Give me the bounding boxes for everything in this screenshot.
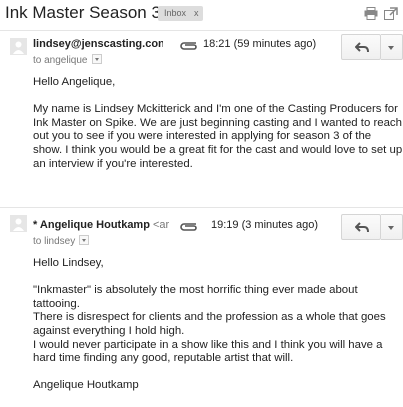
signature: Angelique Houtkamp — [33, 379, 139, 392]
show-details-icon[interactable] — [79, 235, 90, 246]
greeting: Hello Lindsey, — [33, 257, 104, 269]
sender-address-tail: <ar — [149, 219, 170, 231]
reply-icon — [355, 42, 369, 53]
inbox-label[interactable]: Inbox x — [158, 6, 203, 21]
sender-name[interactable]: * Angelique Houtkamp <ar — [33, 219, 173, 231]
avatar — [10, 215, 27, 232]
more-button[interactable] — [381, 34, 403, 60]
avatar — [10, 38, 27, 55]
reply-icon — [355, 222, 369, 233]
show-details-icon[interactable] — [91, 54, 102, 65]
new-window-icon[interactable] — [384, 7, 398, 20]
person-icon — [10, 215, 27, 232]
recipient-text: to lindsey — [33, 236, 76, 247]
reply-button[interactable] — [341, 34, 381, 60]
reply-button[interactable] — [341, 214, 381, 240]
divider — [0, 207, 403, 208]
body-paragraph: My name is Lindsey Mckitterick and I'm o… — [33, 103, 403, 170]
sender-display-name: * Angelique Houtkamp — [33, 219, 150, 231]
recipient-line[interactable]: to angelique — [33, 54, 102, 66]
greeting: Hello Angelique, — [33, 76, 116, 88]
paperclip-icon — [180, 223, 197, 231]
remove-label-button[interactable]: x — [194, 8, 199, 18]
more-button[interactable] — [381, 214, 403, 240]
recipient-line[interactable]: to lindsey — [33, 235, 90, 247]
inbox-label-text: Inbox — [164, 8, 187, 18]
sender-name[interactable]: lindsey@jenscasting.con — [33, 38, 163, 50]
message-body: Hello Angelique, My name is Lindsey Mcki… — [33, 76, 403, 185]
recipient-text: to angelique — [33, 55, 88, 66]
message-time: 18:21 (59 minutes ago) — [203, 38, 317, 50]
person-icon — [10, 38, 27, 55]
divider — [0, 30, 403, 31]
thread-subject: Ink Master Season 3! — [5, 3, 166, 22]
message-body: Hello Lindsey, "Inkmaster" is absolutely… — [33, 257, 403, 407]
sender-address: lindsey@jenscasting.con — [33, 38, 163, 50]
print-icon[interactable] — [364, 7, 378, 20]
body-paragraph: "Inkmaster" is absolutely the most horri… — [33, 284, 386, 365]
paperclip-icon — [180, 42, 197, 50]
message-time: 19:19 (3 minutes ago) — [211, 219, 319, 231]
